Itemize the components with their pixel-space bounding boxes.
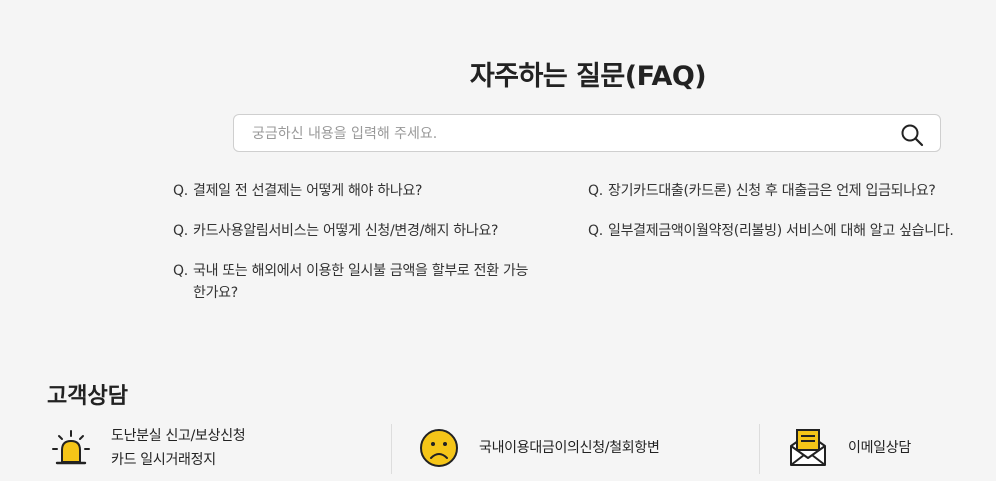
divider bbox=[759, 424, 760, 474]
faq-question: 국내 또는 해외에서 이용한 일시불 금액을 할부로 전환 가능한가요? bbox=[193, 263, 529, 301]
consult-menu: 도난분실 신고/보상신청 카드 일시거래정지 국내이용대금이의신청/철회항변 이… bbox=[47, 420, 996, 480]
faq-item[interactable]: Q. 카드사용알림서비스는 어떻게 신청/변경/해지 하나요? bbox=[173, 220, 533, 242]
divider bbox=[391, 424, 392, 474]
consult-item-email[interactable]: 이메일상담 bbox=[788, 420, 911, 476]
faq-list-right: Q. 장기카드대출(카드론) 신청 후 대출금은 언제 입금되나요? Q. 일부… bbox=[588, 180, 988, 260]
consult-item-label: 도난분실 신고/보상신청 카드 일시거래정지 bbox=[111, 424, 246, 472]
faq-question: 일부결제금액이월약정(리볼빙) 서비스에 대해 알고 싶습니다. bbox=[608, 223, 954, 239]
search-input[interactable] bbox=[250, 115, 894, 153]
page-title: 자주하는 질문(FAQ) bbox=[469, 61, 707, 93]
faq-q-prefix: Q. bbox=[173, 183, 188, 199]
search-button[interactable] bbox=[900, 123, 924, 147]
faq-question: 장기카드대출(카드론) 신청 후 대출금은 언제 입금되나요? bbox=[608, 183, 936, 199]
consult-label-line1: 도난분실 신고/보상신청 bbox=[111, 428, 246, 444]
consult-item-dispute[interactable]: 국내이용대금이의신청/철회항변 bbox=[419, 420, 660, 476]
faq-question: 카드사용알림서비스는 어떻게 신청/변경/해지 하나요? bbox=[193, 223, 499, 239]
consult-item-lost-card[interactable]: 도난분실 신고/보상신청 카드 일시거래정지 bbox=[51, 420, 246, 476]
search-icon bbox=[901, 124, 924, 147]
faq-item[interactable]: Q. 장기카드대출(카드론) 신청 후 대출금은 언제 입금되나요? bbox=[588, 180, 988, 202]
email-icon bbox=[790, 429, 826, 466]
search-box bbox=[233, 114, 941, 153]
faq-item[interactable]: Q. 일부결제금액이월약정(리볼빙) 서비스에 대해 알고 싶습니다. bbox=[588, 220, 988, 242]
faq-question: 결제일 전 선결제는 어떻게 해야 하나요? bbox=[193, 183, 423, 199]
faq-list-left: Q. 결제일 전 선결제는 어떻게 해야 하나요? Q. 카드사용알림서비스는 … bbox=[173, 180, 533, 322]
consult-item-label: 이메일상담 bbox=[848, 440, 911, 456]
siren-icon bbox=[52, 430, 90, 465]
consult-label-line2: 카드 일시거래정지 bbox=[111, 452, 216, 468]
faq-item[interactable]: Q. 국내 또는 해외에서 이용한 일시불 금액을 할부로 전환 가능한가요? bbox=[173, 260, 533, 304]
sad-face-icon bbox=[420, 429, 458, 467]
faq-q-prefix: Q. bbox=[173, 263, 188, 279]
faq-item[interactable]: Q. 결제일 전 선결제는 어떻게 해야 하나요? bbox=[173, 180, 533, 202]
consult-item-label: 국내이용대금이의신청/철회항변 bbox=[479, 440, 660, 456]
faq-q-prefix: Q. bbox=[588, 223, 603, 239]
consult-title: 고객상담 bbox=[47, 384, 128, 410]
faq-q-prefix: Q. bbox=[588, 183, 603, 199]
faq-q-prefix: Q. bbox=[173, 223, 188, 239]
